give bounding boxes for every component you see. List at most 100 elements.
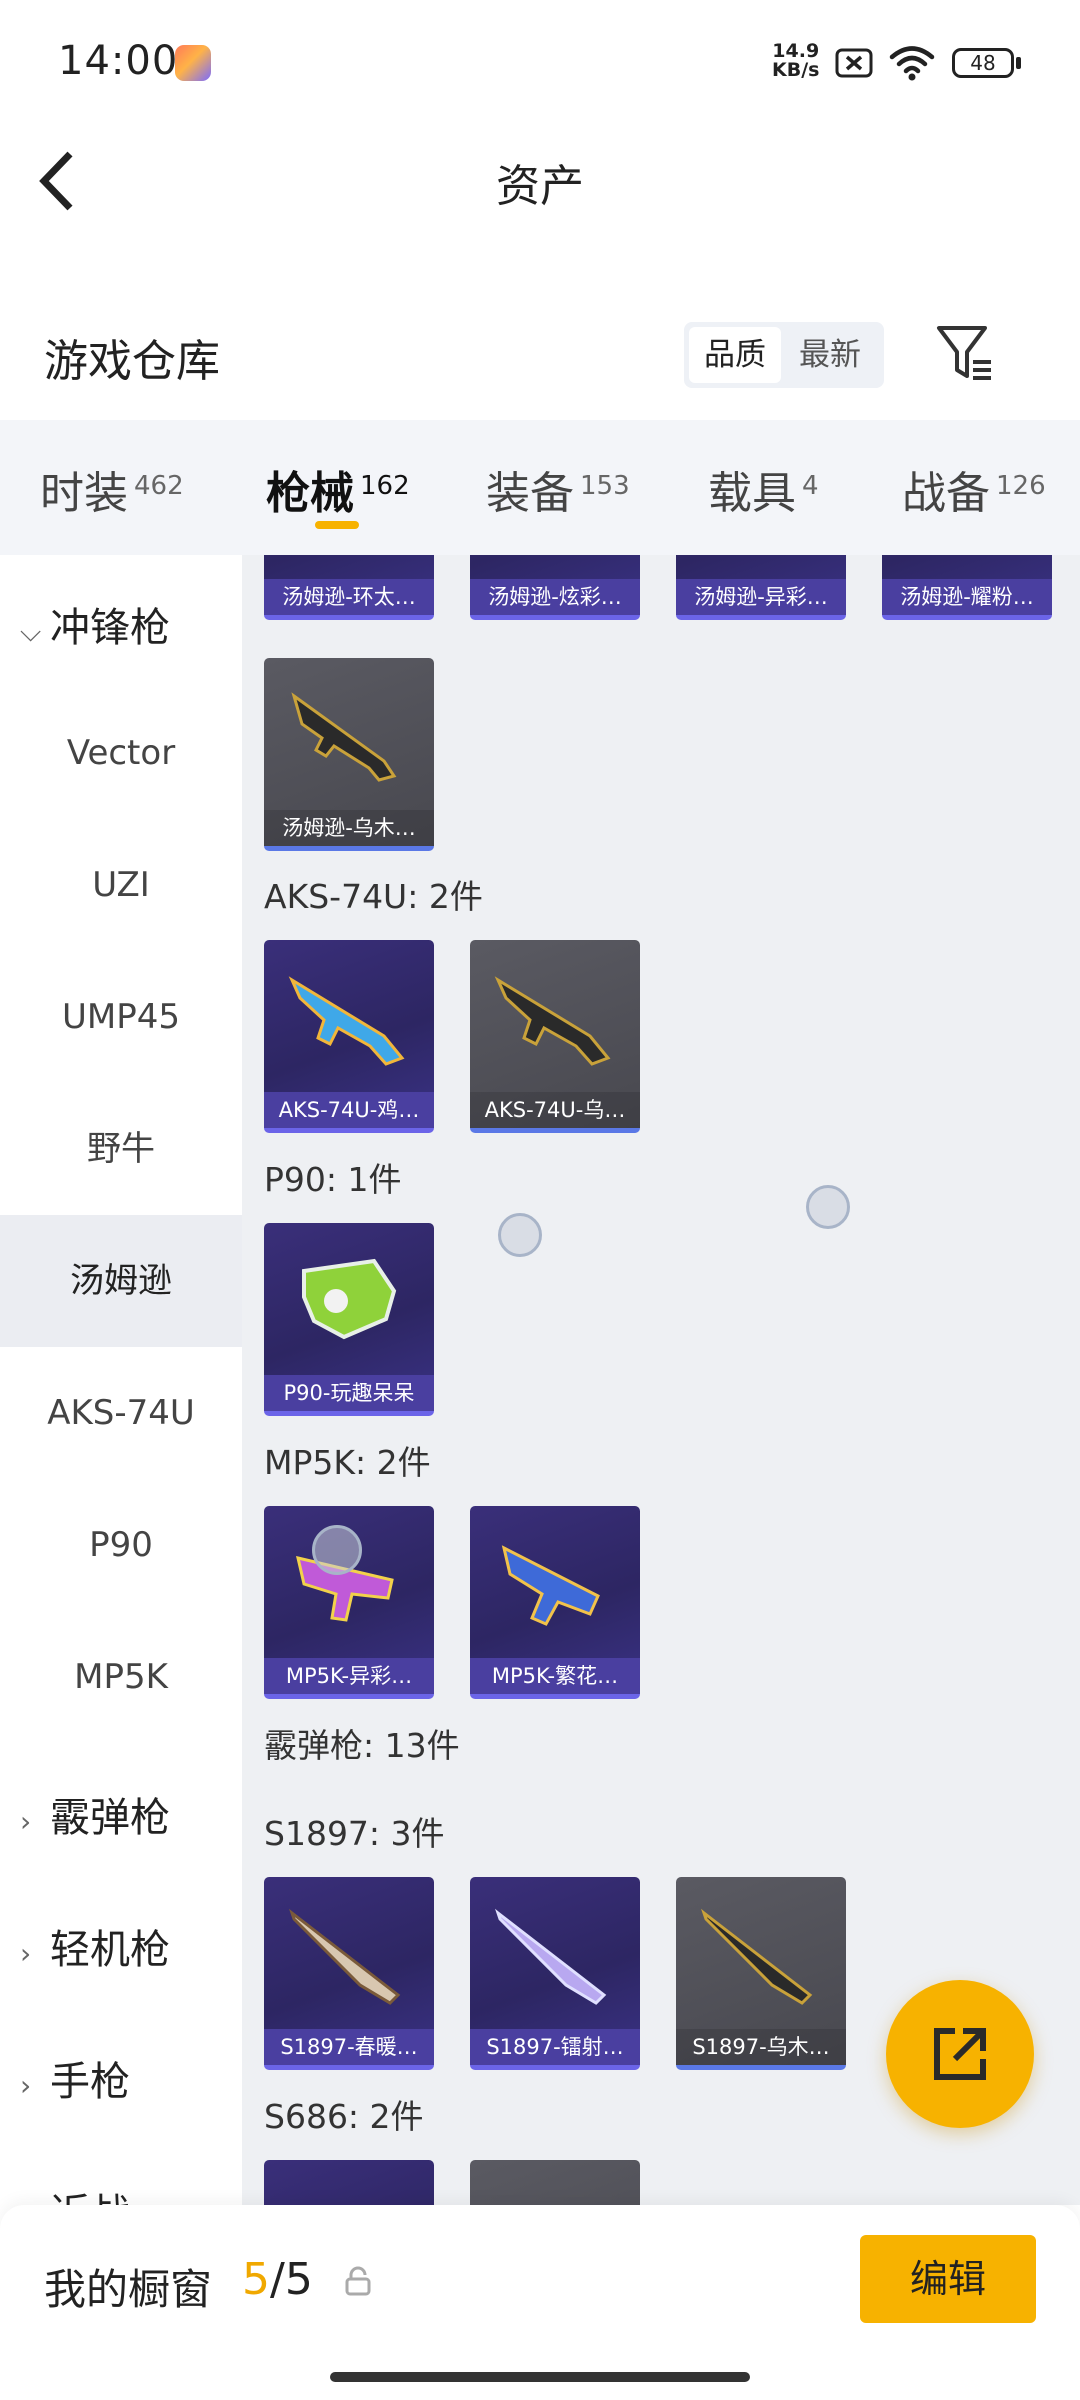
weapon-card-name: 汤姆逊-异彩… xyxy=(676,579,846,615)
weapon-card[interactable]: S1897-春暖… xyxy=(264,1877,434,2070)
sidebar-item-uzi[interactable]: UZI xyxy=(0,819,242,951)
game-app-icon xyxy=(175,45,211,81)
weapon-card[interactable]: S1897-乌木… xyxy=(676,1877,846,2070)
group-label: S686: 2件 xyxy=(264,2097,424,2136)
chevron-right-icon: › xyxy=(20,1805,32,1838)
weapon-image xyxy=(495,1908,607,2005)
weapon-card[interactable]: MP5K-繁花… xyxy=(470,1506,640,1699)
tab-equipment[interactable]: 装备 153 xyxy=(486,457,630,521)
weapon-card-name: 汤姆逊-环太… xyxy=(264,579,434,615)
group-label: 霰弹枪: 13件 xyxy=(264,1726,460,1765)
share-button[interactable] xyxy=(886,1980,1034,2128)
sidebar-item-p90[interactable]: P90 xyxy=(0,1479,242,1611)
weapon-image xyxy=(701,1908,813,2005)
tab-label: 枪械 xyxy=(266,468,354,519)
touch-indicator xyxy=(806,1185,850,1229)
sort-by-latest-button[interactable]: 最新 xyxy=(784,327,876,383)
sidebar-category-melee[interactable]: ›近战 xyxy=(20,2181,130,2205)
weapon-card-name: MP5K-繁花… xyxy=(470,1658,640,1694)
weapon-sidebar: ⌵ 冲锋枪 Vector UZI UMP45 野牛 汤姆逊 AKS-74U P90… xyxy=(0,555,242,2205)
weapon-card[interactable]: 汤姆逊-炫彩… xyxy=(470,555,640,620)
showcase-label: 我的橱窗 xyxy=(44,2265,213,2314)
tab-supplies[interactable]: 战备 126 xyxy=(902,457,1046,521)
group-label: AKS-74U: 2件 xyxy=(264,877,483,916)
weapon-card-name: AKS-74U-鸡… xyxy=(264,1092,434,1128)
share-external-icon xyxy=(934,2028,986,2080)
weapon-card-name: MP5K-异彩… xyxy=(264,1658,434,1694)
weapon-card[interactable]: 汤姆逊-环太… xyxy=(264,555,434,620)
sidebar-category-smg[interactable]: ⌵ 冲锋枪 xyxy=(20,595,170,653)
weapon-card[interactable]: S1897-镭射… xyxy=(470,1877,640,2070)
weapon-image xyxy=(288,976,405,1066)
weapon-image xyxy=(494,976,611,1066)
edit-button[interactable]: 编辑 xyxy=(860,2235,1036,2323)
sidebar-item-thompson[interactable]: 汤姆逊 xyxy=(0,1215,242,1347)
tab-label: 装备 xyxy=(486,468,574,519)
chevron-right-icon: › xyxy=(20,2069,32,2102)
sidebar-category-shotgun[interactable]: › 霰弹枪 xyxy=(20,1785,170,1843)
weapon-card-name: AKS-74U-乌… xyxy=(470,1092,640,1128)
tab-label: 时装 xyxy=(40,468,128,519)
sidebar-item-ump45[interactable]: UMP45 xyxy=(0,951,242,1083)
sidebar-category-pistol[interactable]: › 手枪 xyxy=(20,2049,130,2107)
sort-by-quality-button[interactable]: 品质 xyxy=(689,327,781,383)
network-speed-unit: KB/s xyxy=(772,59,820,81)
tab-count: 462 xyxy=(134,471,184,501)
filter-icon[interactable] xyxy=(935,322,995,384)
weapon-card[interactable]: AKS-74U-乌… xyxy=(470,940,640,1133)
group-label: S1897: 3件 xyxy=(264,1814,445,1853)
touch-indicator xyxy=(498,1213,542,1257)
tab-fashion[interactable]: 时装 462 xyxy=(40,457,184,521)
chevron-left-icon xyxy=(39,151,73,211)
showcase-current: 5 xyxy=(242,2254,270,2305)
weapon-card[interactable]: AKS-74U-鸡… xyxy=(264,940,434,1133)
sidebar-item-mp5k[interactable]: MP5K xyxy=(0,1611,242,1743)
warehouse-title: 游戏仓库 xyxy=(44,336,220,387)
sidebar-category-label: 近战 xyxy=(50,2191,130,2205)
sidebar-item-aks74u[interactable]: AKS-74U xyxy=(0,1347,242,1479)
group-label: P90: 1件 xyxy=(264,1160,402,1199)
battery-tip xyxy=(1016,57,1021,69)
weapon-card[interactable] xyxy=(470,2160,640,2205)
back-button[interactable] xyxy=(38,148,88,214)
showcase-count: 5/5 xyxy=(242,2254,313,2305)
sidebar-item-vector[interactable]: Vector xyxy=(0,687,242,819)
weapon-image xyxy=(501,1545,600,1626)
weapon-card-name: 汤姆逊-炫彩… xyxy=(470,579,640,615)
weapon-card-name: 汤姆逊-耀粉… xyxy=(882,579,1052,615)
page-title: 资产 xyxy=(496,161,584,212)
tab-firearms[interactable]: 枪械 162 xyxy=(266,457,410,521)
weapon-image xyxy=(289,1908,401,2005)
home-indicator xyxy=(330,2372,750,2382)
wifi-icon xyxy=(889,46,935,81)
active-tab-indicator xyxy=(315,521,359,529)
weapon-card-name: S1897-春暖… xyxy=(264,2029,434,2065)
weapon-card-name: 汤姆逊-乌木… xyxy=(264,810,434,846)
battery-indicator: 48 xyxy=(952,48,1014,78)
chevron-down-icon: ⌵ xyxy=(20,615,42,648)
tab-count: 126 xyxy=(996,471,1046,501)
weapon-card[interactable]: 汤姆逊-耀粉… xyxy=(882,555,1052,620)
tab-vehicles[interactable]: 载具 4 xyxy=(708,457,819,521)
weapon-card[interactable]: 汤姆逊-乌木… xyxy=(264,658,434,851)
showcase-total: 5 xyxy=(284,2254,313,2305)
weapon-card-name: P90-玩趣呆呆 xyxy=(264,1375,434,1411)
sidebar-category-lmg[interactable]: › 轻机枪 xyxy=(20,1917,170,1975)
weapon-card[interactable]: P90-玩趣呆呆 xyxy=(264,1223,434,1416)
tab-count: 153 xyxy=(580,471,630,501)
weapon-image xyxy=(291,692,397,782)
weapon-card[interactable]: 汤姆逊-异彩… xyxy=(676,555,846,620)
sidebar-item-bizon[interactable]: 野牛 xyxy=(0,1083,242,1215)
sidebar-category-label: 霰弹枪 xyxy=(50,1795,170,1841)
weapon-card[interactable] xyxy=(264,2160,434,2205)
tab-label: 载具 xyxy=(708,468,796,519)
status-time: 14:00 xyxy=(58,38,179,84)
tab-label: 战备 xyxy=(902,468,990,519)
weapon-card-name: S1897-乌木… xyxy=(676,2029,846,2065)
weapon-image xyxy=(302,1258,397,1340)
tab-count: 4 xyxy=(802,471,819,501)
weapon-grid: 汤姆逊-环太… 汤姆逊-炫彩… 汤姆逊-异彩… 汤姆逊-耀粉… 汤姆逊-乌木… … xyxy=(242,555,1080,2205)
showcase-separator: / xyxy=(270,2254,285,2305)
weapon-card-name: S1897-镭射… xyxy=(470,2029,640,2065)
touch-indicator xyxy=(312,1525,362,1575)
